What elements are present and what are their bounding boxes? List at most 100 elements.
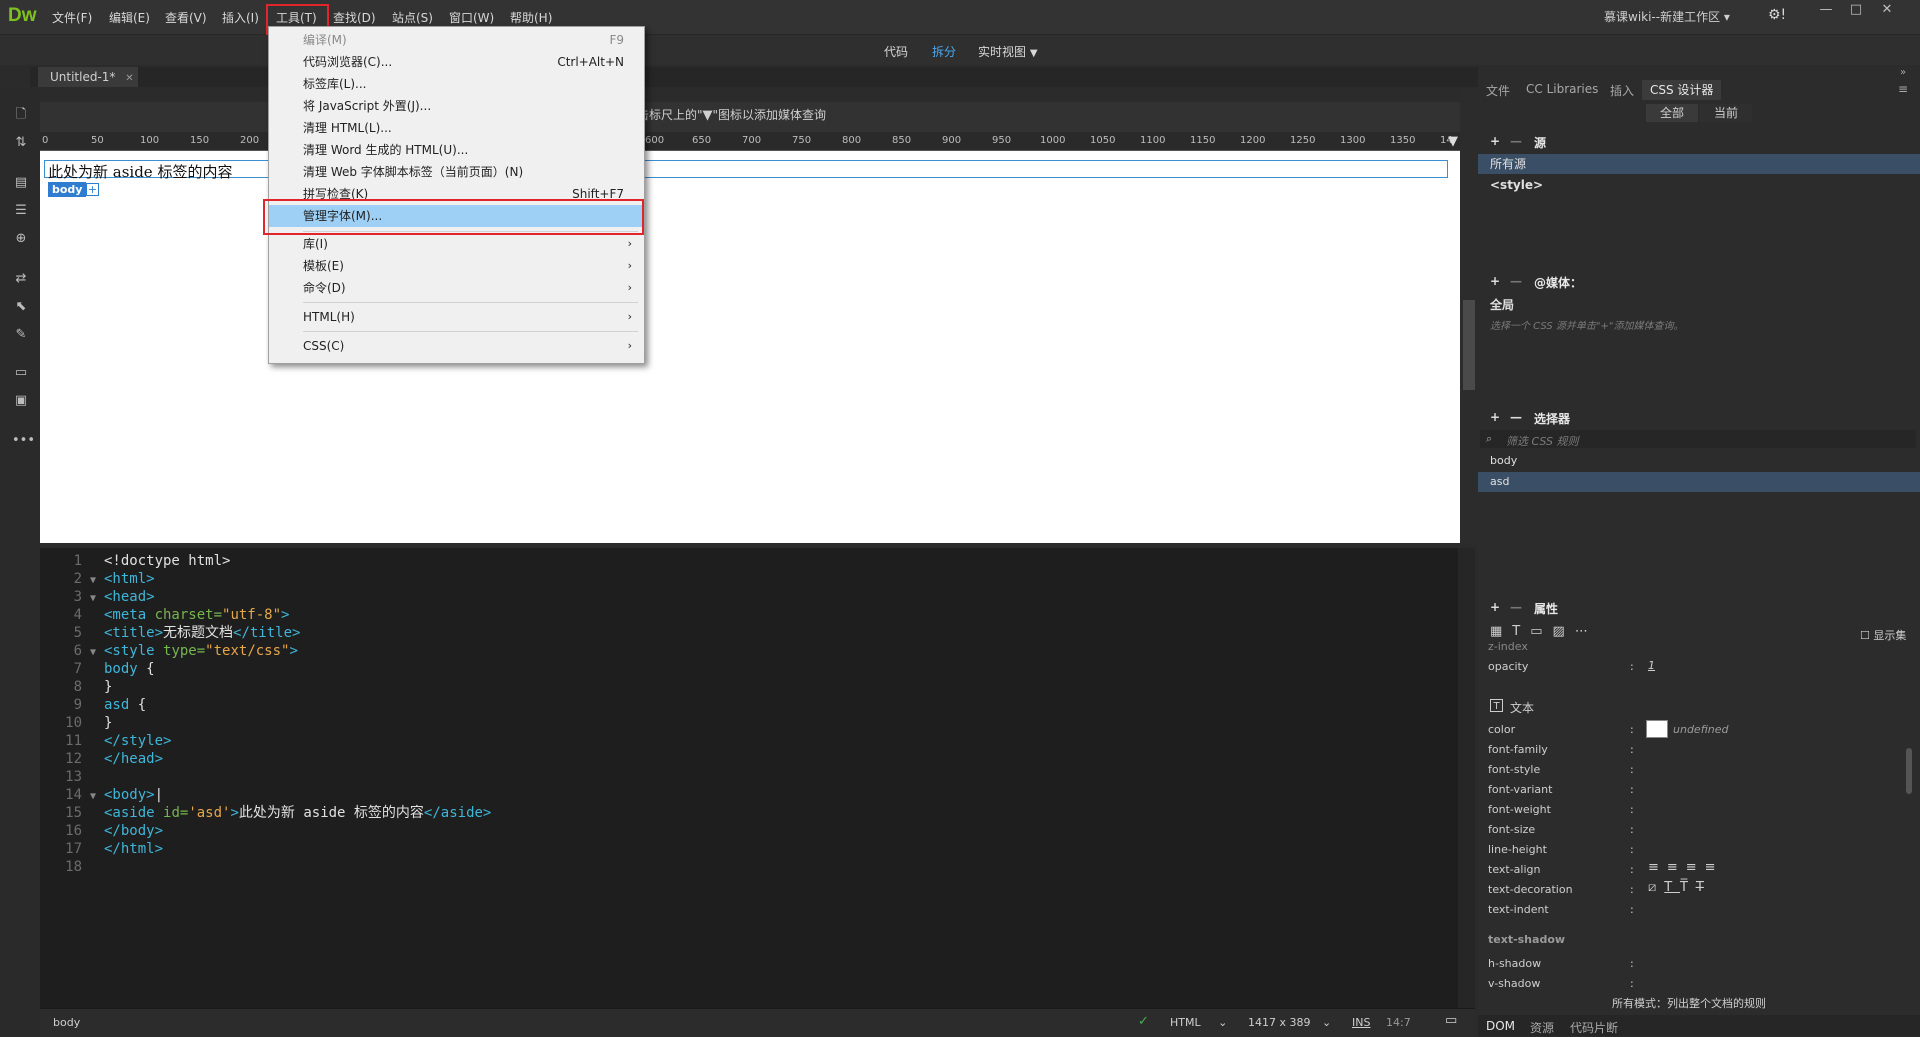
code-line[interactable]: 1 <!doctype html> [40, 552, 231, 570]
close-icon[interactable]: ✕ [1872, 2, 1902, 22]
code-line[interactable]: 11 </style> [40, 732, 171, 750]
source-item-style[interactable]: <style> [1478, 175, 1920, 195]
tab-files[interactable]: 文件 [1486, 82, 1510, 99]
props-scrollbar-thumb[interactable] [1906, 748, 1912, 794]
comment-icon[interactable]: ▭ [12, 364, 30, 382]
source-item-all[interactable]: 所有源 [1478, 154, 1920, 174]
add-source-icon[interactable]: + [1490, 134, 1500, 148]
menu-item-library[interactable]: 库(I) › [269, 233, 644, 255]
document-tab[interactable]: Untitled-1* ✕ [38, 67, 138, 87]
expand-icon[interactable]: ⇄ [12, 270, 30, 288]
remove-property-icon[interactable]: — [1510, 600, 1522, 614]
body-tag-badge[interactable]: body [48, 182, 87, 197]
code-line[interactable]: 13 [40, 768, 104, 786]
code-line[interactable]: 17 </html> [40, 840, 163, 858]
all-toggle-button[interactable]: 全部 [1646, 104, 1699, 122]
menu-item-clean-font-script[interactable]: 清理 Web 字体脚本标签（当前页面）(N) [269, 161, 644, 183]
select-icon[interactable]: ⬉ [12, 298, 30, 316]
menu-file[interactable]: 文件(F) [52, 9, 92, 26]
code-line[interactable]: 10} [40, 714, 112, 732]
menu-edit[interactable]: 编辑(E) [109, 9, 150, 26]
menu-item-templates[interactable]: 模板(E) › [269, 255, 644, 277]
document-type-select[interactable]: HTML ⌄ [1170, 1016, 1227, 1029]
more-props-icon[interactable]: ⋯ [1575, 624, 1598, 639]
menu-item-commands[interactable]: 命令(D) › [269, 277, 644, 299]
insert-mode[interactable]: INS [1352, 1016, 1370, 1029]
property-category-icons[interactable]: ▦T▭▨⋯ [1490, 624, 1598, 639]
add-class-plus-icon[interactable]: + [86, 183, 99, 196]
current-toggle-button[interactable]: 当前 [1700, 104, 1753, 122]
code-line[interactable]: 6 ▼ <style type="text/css"> [40, 642, 298, 660]
tab-dom[interactable]: DOM [1486, 1019, 1515, 1033]
color-swatch[interactable] [1646, 720, 1668, 738]
design-scrollbar-thumb[interactable] [1463, 300, 1475, 390]
tag-selector[interactable]: body [53, 1016, 80, 1029]
live-view-button[interactable]: 实时视图 ▼ [978, 43, 1038, 60]
media-query-triangle-icon[interactable]: ▼ [1448, 134, 1458, 149]
tab-snippets[interactable]: 代码片断 [1570, 1019, 1618, 1036]
code-line[interactable]: 9 asd { [40, 696, 147, 714]
minimize-icon[interactable]: — [1811, 2, 1841, 22]
brush-icon[interactable]: ✎ [12, 326, 30, 344]
add-selector-icon[interactable]: + [1490, 410, 1500, 424]
code-line[interactable]: 12 </head> [40, 750, 163, 768]
snippet-icon[interactable]: ▣ [12, 392, 30, 410]
add-property-icon[interactable]: + [1490, 600, 1500, 614]
code-line[interactable]: 14 ▼ <body>| [40, 786, 163, 804]
menu-item-clean-html[interactable]: 清理 HTML(L)... [269, 117, 644, 139]
code-line[interactable]: 3 ▼ <head> [40, 588, 155, 606]
tab-insert[interactable]: 插入 [1610, 82, 1634, 99]
selector-item-body[interactable]: body [1478, 451, 1920, 471]
text-align-buttons[interactable]: ≡≡≡≡ [1648, 860, 1724, 875]
close-tab-icon[interactable]: ✕ [125, 73, 133, 84]
check-icon[interactable]: ✓ [1138, 1014, 1149, 1029]
window-size-select[interactable]: 1417 x 389 ⌄ [1248, 1016, 1331, 1029]
code-line[interactable]: 15 <aside id='asd'>此处为新 aside 标签的内容</asid… [40, 804, 491, 822]
text-decoration-buttons[interactable]: ⧄TT̅T̶ [1648, 880, 1712, 895]
tab-cc-libraries[interactable]: CC Libraries [1526, 82, 1598, 96]
collapse-panel-icon[interactable]: » [1900, 67, 1906, 78]
code-line[interactable]: 8} [40, 678, 113, 696]
panel-menu-icon[interactable]: ≡ [1898, 82, 1908, 96]
layout-icon[interactable]: ▦ [1490, 624, 1512, 639]
code-line[interactable]: 5 <title>无标题文档</title> [40, 624, 301, 642]
menu-view[interactable]: 查看(V) [165, 9, 207, 26]
tab-assets[interactable]: 资源 [1530, 1019, 1554, 1036]
code-line[interactable]: 7 body { [40, 660, 155, 678]
code-line[interactable]: 2 ▼ <html> [40, 570, 155, 588]
color-value[interactable]: undefined [1673, 723, 1729, 736]
workspace-switcher[interactable]: 慕课wiki--新建工作区 ▾ [1604, 8, 1730, 25]
design-view[interactable] [40, 151, 1460, 543]
remove-selector-icon[interactable]: — [1510, 410, 1522, 424]
add-media-icon[interactable]: + [1490, 274, 1500, 288]
new-document-icon[interactable]: 🗋 [12, 106, 30, 124]
border-icon[interactable]: ▭ [1530, 624, 1552, 639]
preview-icon[interactable]: ▭ [1445, 1013, 1457, 1028]
inspect-icon[interactable]: ▤ [12, 174, 30, 192]
menu-item-clean-word-html[interactable]: 清理 Word 生成的 HTML(U)... [269, 139, 644, 161]
split-view-button[interactable]: 拆分 [932, 43, 956, 60]
menu-site[interactable]: 站点(S) [392, 9, 433, 26]
remove-source-icon[interactable]: — [1510, 134, 1522, 148]
selector-item-asd[interactable]: asd [1478, 472, 1920, 492]
code-scrollbar[interactable] [1458, 548, 1475, 1008]
menu-find[interactable]: 查找(D) [333, 9, 376, 26]
menu-item-externalize-js[interactable]: 将 JavaScript 外置(J)... [269, 95, 644, 117]
gear-icon[interactable]: ⚙! [1768, 7, 1786, 23]
menu-item-tag-library[interactable]: 标签库(L)... [269, 73, 644, 95]
tab-css-designer[interactable]: CSS 设计器 [1642, 80, 1722, 100]
remove-media-icon[interactable]: — [1510, 274, 1522, 288]
opacity-value[interactable]: 1 [1648, 659, 1655, 672]
more-icon[interactable]: ••• [12, 432, 35, 450]
file-transfer-icon[interactable]: ⇅ [12, 134, 30, 152]
code-view-button[interactable]: 代码 [884, 43, 908, 60]
menu-window[interactable]: 窗口(W) [449, 9, 494, 26]
menu-item-compile[interactable]: 编译(M) F9 [269, 29, 644, 51]
menu-item-css[interactable]: CSS(C) › [269, 335, 644, 357]
aside-content[interactable]: 此处为新 aside 标签的内容 [48, 161, 232, 182]
maximize-icon[interactable]: □ [1841, 2, 1871, 22]
media-global[interactable]: 全局 [1490, 296, 1514, 313]
menu-item-html[interactable]: HTML(H) › [269, 306, 644, 328]
menu-item-code-navigator[interactable]: 代码浏览器(C)... Ctrl+Alt+N [269, 51, 644, 73]
code-line[interactable]: 16 </body> [40, 822, 163, 840]
